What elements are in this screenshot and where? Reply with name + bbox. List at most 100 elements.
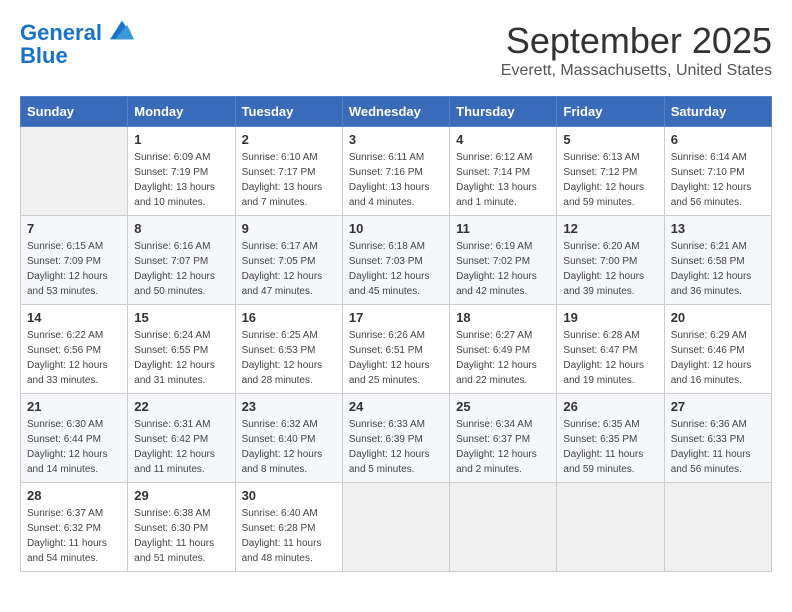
header-row: SundayMondayTuesdayWednesdayThursdayFrid…	[21, 97, 772, 127]
calendar-cell	[342, 483, 449, 572]
day-number: 1	[134, 132, 228, 147]
calendar-cell: 17 Sunrise: 6:26 AMSunset: 6:51 PMDayligh…	[342, 305, 449, 394]
day-info: Sunrise: 6:40 AMSunset: 6:28 PMDaylight:…	[242, 506, 336, 566]
day-number: 23	[242, 399, 336, 414]
day-number: 24	[349, 399, 443, 414]
day-info: Sunrise: 6:09 AMSunset: 7:19 PMDaylight:…	[134, 150, 228, 210]
calendar-cell: 23 Sunrise: 6:32 AMSunset: 6:40 PMDayligh…	[235, 394, 342, 483]
day-info: Sunrise: 6:28 AMSunset: 6:47 PMDaylight:…	[563, 328, 657, 388]
day-number: 22	[134, 399, 228, 414]
day-number: 14	[27, 310, 121, 325]
calendar-table: SundayMondayTuesdayWednesdayThursdayFrid…	[20, 96, 772, 572]
day-number: 7	[27, 221, 121, 236]
day-number: 4	[456, 132, 550, 147]
weekday-header: Tuesday	[235, 97, 342, 127]
calendar-cell: 25Sunrise: 6:34 AMSunset: 6:37 PMDayligh…	[450, 394, 557, 483]
day-number: 30	[242, 488, 336, 503]
day-info: Sunrise: 6:20 AMSunset: 7:00 PMDaylight:…	[563, 239, 657, 299]
title-block: September 2025 Everett, Massachusetts, U…	[501, 20, 772, 80]
day-info: Sunrise: 6:22 AMSunset: 6:56 PMDaylight:…	[27, 328, 121, 388]
weekday-header: Monday	[128, 97, 235, 127]
calendar-week-row: 28 Sunrise: 6:37 AMSunset: 6:32 PMDayligh…	[21, 483, 772, 572]
calendar-cell: 15 Sunrise: 6:24 AMSunset: 6:55 PMDayligh…	[128, 305, 235, 394]
calendar-cell	[450, 483, 557, 572]
day-info: Sunrise: 6:25 AMSunset: 6:53 PMDaylight:…	[242, 328, 336, 388]
day-info: Sunrise: 6:35 AMSunset: 6:35 PMDaylight:…	[563, 417, 657, 477]
page-header: General Blue September 2025 Everett, Mas…	[20, 20, 772, 80]
calendar-cell: 11 Sunrise: 6:19 AMSunset: 7:02 PMDayligh…	[450, 216, 557, 305]
day-number: 10	[349, 221, 443, 236]
day-number: 8	[134, 221, 228, 236]
day-number: 26	[563, 399, 657, 414]
day-info: Sunrise: 6:37 AMSunset: 6:32 PMDaylight:…	[27, 506, 121, 566]
calendar-cell: 3Sunrise: 6:11 AMSunset: 7:16 PMDaylight…	[342, 127, 449, 216]
weekday-header: Sunday	[21, 97, 128, 127]
day-info: Sunrise: 6:38 AMSunset: 6:30 PMDaylight:…	[134, 506, 228, 566]
day-number: 21	[27, 399, 121, 414]
day-info: Sunrise: 6:21 AMSunset: 6:58 PMDaylight:…	[671, 239, 765, 299]
day-info: Sunrise: 6:27 AMSunset: 6:49 PMDaylight:…	[456, 328, 550, 388]
day-info: Sunrise: 6:32 AMSunset: 6:40 PMDaylight:…	[242, 417, 336, 477]
calendar-cell: 19 Sunrise: 6:28 AMSunset: 6:47 PMDayligh…	[557, 305, 664, 394]
day-number: 2	[242, 132, 336, 147]
day-number: 29	[134, 488, 228, 503]
day-number: 28	[27, 488, 121, 503]
day-info: Sunrise: 6:12 AMSunset: 7:14 PMDaylight:…	[456, 150, 550, 210]
weekday-header: Friday	[557, 97, 664, 127]
weekday-header: Thursday	[450, 97, 557, 127]
logo-icon	[110, 20, 134, 40]
day-info: Sunrise: 6:29 AMSunset: 6:46 PMDaylight:…	[671, 328, 765, 388]
logo-blue: Blue	[20, 45, 134, 67]
day-info: Sunrise: 6:26 AMSunset: 6:51 PMDaylight:…	[349, 328, 443, 388]
day-info: Sunrise: 6:14 AMSunset: 7:10 PMDaylight:…	[671, 150, 765, 210]
day-info: Sunrise: 6:18 AMSunset: 7:03 PMDaylight:…	[349, 239, 443, 299]
day-number: 15	[134, 310, 228, 325]
calendar-week-row: 1 Sunrise: 6:09 AMSunset: 7:19 PMDaylight…	[21, 127, 772, 216]
day-info: Sunrise: 6:19 AMSunset: 7:02 PMDaylight:…	[456, 239, 550, 299]
day-number: 18	[456, 310, 550, 325]
calendar-cell: 18 Sunrise: 6:27 AMSunset: 6:49 PMDayligh…	[450, 305, 557, 394]
calendar-cell	[557, 483, 664, 572]
calendar-cell: 6Sunrise: 6:14 AMSunset: 7:10 PMDaylight…	[664, 127, 771, 216]
day-info: Sunrise: 6:33 AMSunset: 6:39 PMDaylight:…	[349, 417, 443, 477]
logo-text: General	[20, 20, 134, 45]
day-info: Sunrise: 6:13 AMSunset: 7:12 PMDaylight:…	[563, 150, 657, 210]
calendar-cell	[21, 127, 128, 216]
calendar-cell: 22 Sunrise: 6:31 AMSunset: 6:42 PMDayligh…	[128, 394, 235, 483]
day-number: 11	[456, 221, 550, 236]
day-info: Sunrise: 6:15 AMSunset: 7:09 PMDaylight:…	[27, 239, 121, 299]
calendar-week-row: 21 Sunrise: 6:30 AMSunset: 6:44 PMDayligh…	[21, 394, 772, 483]
day-info: Sunrise: 6:31 AMSunset: 6:42 PMDaylight:…	[134, 417, 228, 477]
day-info: Sunrise: 6:30 AMSunset: 6:44 PMDaylight:…	[27, 417, 121, 477]
day-number: 17	[349, 310, 443, 325]
day-number: 16	[242, 310, 336, 325]
calendar-week-row: 14 Sunrise: 6:22 AMSunset: 6:56 PMDayligh…	[21, 305, 772, 394]
day-info: Sunrise: 6:17 AMSunset: 7:05 PMDaylight:…	[242, 239, 336, 299]
calendar-cell: 28 Sunrise: 6:37 AMSunset: 6:32 PMDayligh…	[21, 483, 128, 572]
day-number: 12	[563, 221, 657, 236]
calendar-cell: 12 Sunrise: 6:20 AMSunset: 7:00 PMDayligh…	[557, 216, 664, 305]
day-info: Sunrise: 6:36 AMSunset: 6:33 PMDaylight:…	[671, 417, 765, 477]
day-number: 19	[563, 310, 657, 325]
day-number: 5	[563, 132, 657, 147]
calendar-cell: 4 Sunrise: 6:12 AMSunset: 7:14 PMDaylight…	[450, 127, 557, 216]
calendar-week-row: 7 Sunrise: 6:15 AMSunset: 7:09 PMDaylight…	[21, 216, 772, 305]
calendar-cell: 24 Sunrise: 6:33 AMSunset: 6:39 PMDayligh…	[342, 394, 449, 483]
calendar-cell: 13 Sunrise: 6:21 AMSunset: 6:58 PMDayligh…	[664, 216, 771, 305]
calendar-cell: 10 Sunrise: 6:18 AMSunset: 7:03 PMDayligh…	[342, 216, 449, 305]
day-info: Sunrise: 6:24 AMSunset: 6:55 PMDaylight:…	[134, 328, 228, 388]
day-number: 3	[349, 132, 443, 147]
day-info: Sunrise: 6:10 AMSunset: 7:17 PMDaylight:…	[242, 150, 336, 210]
calendar-cell: 2 Sunrise: 6:10 AMSunset: 7:17 PMDaylight…	[235, 127, 342, 216]
weekday-header: Saturday	[664, 97, 771, 127]
calendar-cell: 5 Sunrise: 6:13 AMSunset: 7:12 PMDaylight…	[557, 127, 664, 216]
day-number: 13	[671, 221, 765, 236]
day-number: 25	[456, 399, 550, 414]
month-title: September 2025	[501, 20, 772, 62]
calendar-cell: 9Sunrise: 6:17 AMSunset: 7:05 PMDaylight…	[235, 216, 342, 305]
calendar-cell: 26 Sunrise: 6:35 AMSunset: 6:35 PMDayligh…	[557, 394, 664, 483]
calendar-cell: 7 Sunrise: 6:15 AMSunset: 7:09 PMDaylight…	[21, 216, 128, 305]
weekday-header: Wednesday	[342, 97, 449, 127]
calendar-cell: 8Sunrise: 6:16 AMSunset: 7:07 PMDaylight…	[128, 216, 235, 305]
calendar-cell: 30 Sunrise: 6:40 AMSunset: 6:28 PMDayligh…	[235, 483, 342, 572]
